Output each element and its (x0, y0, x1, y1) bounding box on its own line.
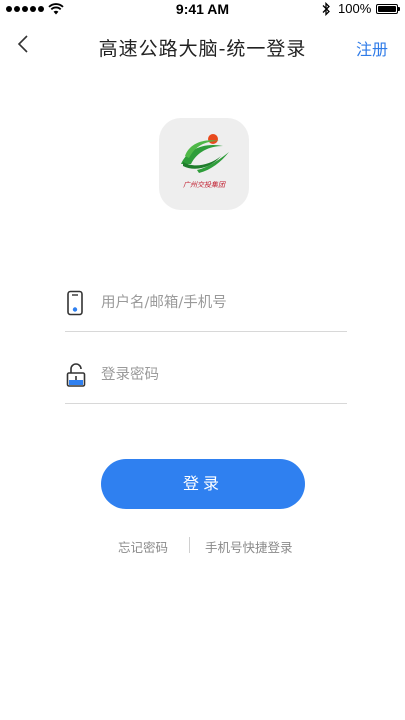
navigation-bar: 高速公路大脑-统一登录 注册 (0, 20, 405, 72)
unlock-icon (66, 363, 86, 387)
logo-emblem-icon (181, 134, 229, 173)
login-button[interactable]: 登录 (101, 459, 305, 509)
password-field (65, 352, 347, 404)
username-input[interactable] (101, 292, 341, 314)
battery-percentage: 100% (338, 1, 372, 16)
status-bar: 9:41 AM 100% (0, 0, 405, 20)
forgot-password-link[interactable]: 忘记密码 (118, 537, 168, 556)
page-title: 高速公路大脑-统一登录 (98, 38, 307, 60)
password-input[interactable] (101, 364, 341, 386)
bluetooth-icon (322, 2, 330, 16)
username-field (65, 280, 347, 332)
phone-icon (67, 290, 83, 316)
app-logo: 广州交投集团 (159, 118, 249, 210)
phone-quick-login-link[interactable]: 手机号快捷登录 (205, 537, 293, 556)
logo-caption: 广州交投集团 (183, 181, 225, 189)
battery-icon (376, 4, 400, 14)
auxiliary-links: 忘记密码 手机号快捷登录 (0, 535, 405, 555)
register-button[interactable]: 注册 (356, 36, 388, 60)
link-divider (189, 537, 190, 553)
